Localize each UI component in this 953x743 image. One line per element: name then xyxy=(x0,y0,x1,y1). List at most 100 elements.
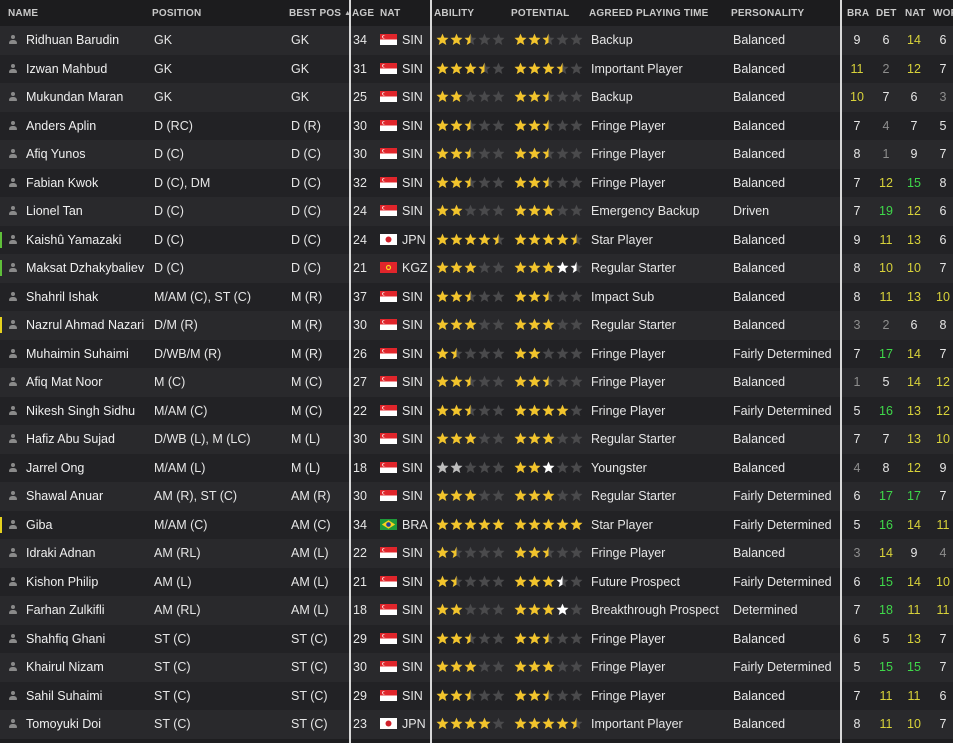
player-row[interactable]: Shahfiq Ghani ST (C) ST (C) 29 SIN Fringe Pla… xyxy=(0,624,953,653)
player-name[interactable]: Shawal Anuar xyxy=(26,482,148,510)
player-name[interactable]: Tomoyuki Doi xyxy=(26,710,148,738)
player-row[interactable]: Nikesh Singh Sidhu M/AM (C) M (C) 22 SIN Frin… xyxy=(0,396,953,425)
attr-bravery: 9 xyxy=(853,33,861,47)
column-header-name[interactable]: NAME xyxy=(8,8,38,19)
player-name[interactable]: Ridhuan Barudin xyxy=(26,26,148,54)
player-name[interactable]: Muhaimin Suhaimi xyxy=(26,340,148,368)
star-icon xyxy=(556,404,569,416)
player-row[interactable]: Lionel Tan D (C) D (C) 24 SIN Emergency Backu… xyxy=(0,197,953,226)
player-name[interactable]: Shahril Ishak xyxy=(26,283,148,311)
player-row[interactable]: Anders Aplin D (RC) D (R) 30 SIN Fringe Playe… xyxy=(0,111,953,140)
player-row[interactable]: Ridhuan Barudin GK GK 34 SIN Backup Balanced 9 6… xyxy=(0,26,953,55)
player-row[interactable]: Muhaimin Suhaimi D/WB/M (R) M (R) 26 SIN Frin… xyxy=(0,339,953,368)
star-icon xyxy=(570,375,583,387)
column-header-age[interactable]: AGE xyxy=(352,8,374,19)
star-icon xyxy=(464,375,477,387)
attr-natural-fitness: 12 xyxy=(907,204,921,218)
player-name[interactable]: Nikesh Singh Sidhu xyxy=(26,397,148,425)
player-row[interactable]: Hafiz Abu Sujad D/WB (L), M (LC) M (L) 30 SI… xyxy=(0,425,953,454)
player-name[interactable]: Hafiz Abu Sujad xyxy=(26,425,148,453)
attr-natural-fitness: 6 xyxy=(910,90,918,104)
star-icon xyxy=(450,461,463,473)
column-header-best-pos-label: BEST POS xyxy=(289,8,342,19)
player-row[interactable]: Izwan Mahbud GK GK 31 SIN Important Player Bal… xyxy=(0,54,953,83)
column-header-personality[interactable]: PERSONALITY xyxy=(731,8,804,19)
player-name[interactable]: Kaishû Yamazaki xyxy=(26,226,148,254)
column-header-ability[interactable]: ABILITY xyxy=(434,8,474,19)
player-age: 34 xyxy=(353,33,367,47)
star-icon xyxy=(478,204,491,216)
player-name[interactable]: Afiq Mat Noor xyxy=(26,368,148,396)
player-name[interactable]: Khairul Nizam xyxy=(26,653,148,681)
column-header-bravery[interactable]: BRA xyxy=(847,8,869,19)
star-icon xyxy=(464,347,477,359)
star-icon xyxy=(478,290,491,302)
player-name[interactable]: Lionel Tan xyxy=(26,197,148,225)
flag-icon xyxy=(380,34,397,45)
nationality-code: SIN xyxy=(402,318,423,332)
attr-work-rate: 10 xyxy=(936,574,950,589)
player-name[interactable]: Shahfiq Ghani xyxy=(26,625,148,653)
player-name[interactable]: Sahil Suhaimi xyxy=(26,682,148,710)
star-icon xyxy=(478,432,491,444)
player-name[interactable]: Fabian Kwok xyxy=(26,169,148,197)
attr-natural-fitness: 6 xyxy=(910,318,918,332)
player-row[interactable]: Fabian Kwok D (C), DM D (C) 32 SIN Fringe Pla… xyxy=(0,168,953,197)
column-header-nat[interactable]: NAT xyxy=(380,8,400,19)
column-header-agreed-playing-time[interactable]: AGREED PLAYING TIME xyxy=(589,8,709,19)
player-name[interactable]: Afiq Yunos xyxy=(26,140,148,168)
player-row[interactable]: Shawal Anuar AM (R), ST (C) AM (R) 30 SIN Reg… xyxy=(0,482,953,511)
player-name[interactable]: Maksat Dzhakybaliev xyxy=(26,254,148,282)
player-row[interactable]: Idraki Adnan AM (RL) AM (L) 22 SIN Fringe Pla… xyxy=(0,539,953,568)
player-row[interactable]: Nazrul Ahmad Nazari D/M (R) M (R) 30 SIN Regu… xyxy=(0,311,953,340)
ability-stars xyxy=(436,26,505,54)
star-icon xyxy=(556,603,569,615)
player-row[interactable]: Kaishû Yamazaki D (C) D (C) 24 JPN Star Playe… xyxy=(0,225,953,254)
column-header-best-pos[interactable]: BEST POS ▲ xyxy=(289,8,351,19)
star-icon xyxy=(450,90,463,102)
player-row[interactable]: Afiq Mat Noor M (C) M (C) 27 SIN Fringe Playe… xyxy=(0,368,953,397)
player-row[interactable]: Maksat Dzhakybaliev D (C) D (C) 21 KGZ Regula… xyxy=(0,254,953,283)
player-icon xyxy=(8,662,18,672)
star-icon xyxy=(478,518,491,530)
player-row[interactable]: Kishon Philip AM (L) AM (L) 21 SIN Future Pro… xyxy=(0,567,953,596)
attr-bravery: 5 xyxy=(853,517,861,532)
player-row[interactable]: Farhan Zulkifli AM (RL) AM (L) 18 SIN Breakth… xyxy=(0,596,953,625)
attr-determination: 12 xyxy=(879,175,893,190)
column-header-natural-fitness[interactable]: NAT xyxy=(905,8,925,19)
player-row[interactable]: Khairul Nizam ST (C) ST (C) 30 SIN Fringe Pla… xyxy=(0,653,953,682)
player-name[interactable]: Idraki Adnan xyxy=(26,539,148,567)
player-row[interactable]: Sahil Suhaimi ST (C) ST (C) 29 SIN Fringe Pla… xyxy=(0,681,953,710)
column-header-work-rate[interactable]: WOR xyxy=(933,8,953,19)
star-icon xyxy=(450,347,463,359)
player-name[interactable]: Kishon Philip xyxy=(26,568,148,596)
attr-natural-fitness: 11 xyxy=(907,603,921,617)
player-icon xyxy=(8,120,18,131)
column-header-determination[interactable]: DET xyxy=(876,8,897,19)
player-position: D (C) xyxy=(154,147,184,161)
agreed-playing-time: Fringe Player xyxy=(591,660,666,674)
player-row[interactable]: Shahril Ishak M/AM (C), ST (C) M (R) 37 SIN I… xyxy=(0,282,953,311)
player-name[interactable]: Giba xyxy=(26,511,148,539)
player-name[interactable]: Jarrel Ong xyxy=(26,454,148,482)
star-icon xyxy=(542,318,555,330)
player-name[interactable]: Mukundan Maran xyxy=(26,83,148,111)
player-name[interactable]: Izwan Mahbud xyxy=(26,55,148,83)
flag-icon xyxy=(380,632,397,644)
star-icon xyxy=(478,489,491,501)
player-row[interactable]: Tomoyuki Doi ST (C) ST (C) 23 JPN Important P… xyxy=(0,710,953,739)
star-icon xyxy=(542,90,555,102)
player-row[interactable]: Mukundan Maran GK GK 25 SIN Backup Balanced 10 7… xyxy=(0,83,953,112)
attr-bravery: 7 xyxy=(853,688,861,703)
flag-icon xyxy=(380,490,397,501)
potential-stars xyxy=(514,596,583,624)
player-name[interactable]: Anders Aplin xyxy=(26,112,148,140)
player-row[interactable]: Afiq Yunos D (C) D (C) 30 SIN Fringe Player Ba… xyxy=(0,140,953,169)
player-row[interactable]: Giba M/AM (C) AM (C) 34 BRA Star Player Fairly… xyxy=(0,510,953,539)
column-header-potential[interactable]: POTENTIAL xyxy=(511,8,569,19)
column-header-position[interactable]: POSITION xyxy=(152,8,201,19)
player-name[interactable]: Nazrul Ahmad Nazari xyxy=(26,311,148,339)
player-row[interactable]: Jarrel Ong M/AM (L) M (L) 18 SIN Youngster Bal… xyxy=(0,453,953,482)
star-icon xyxy=(492,119,505,131)
player-name[interactable]: Farhan Zulkifli xyxy=(26,596,148,624)
